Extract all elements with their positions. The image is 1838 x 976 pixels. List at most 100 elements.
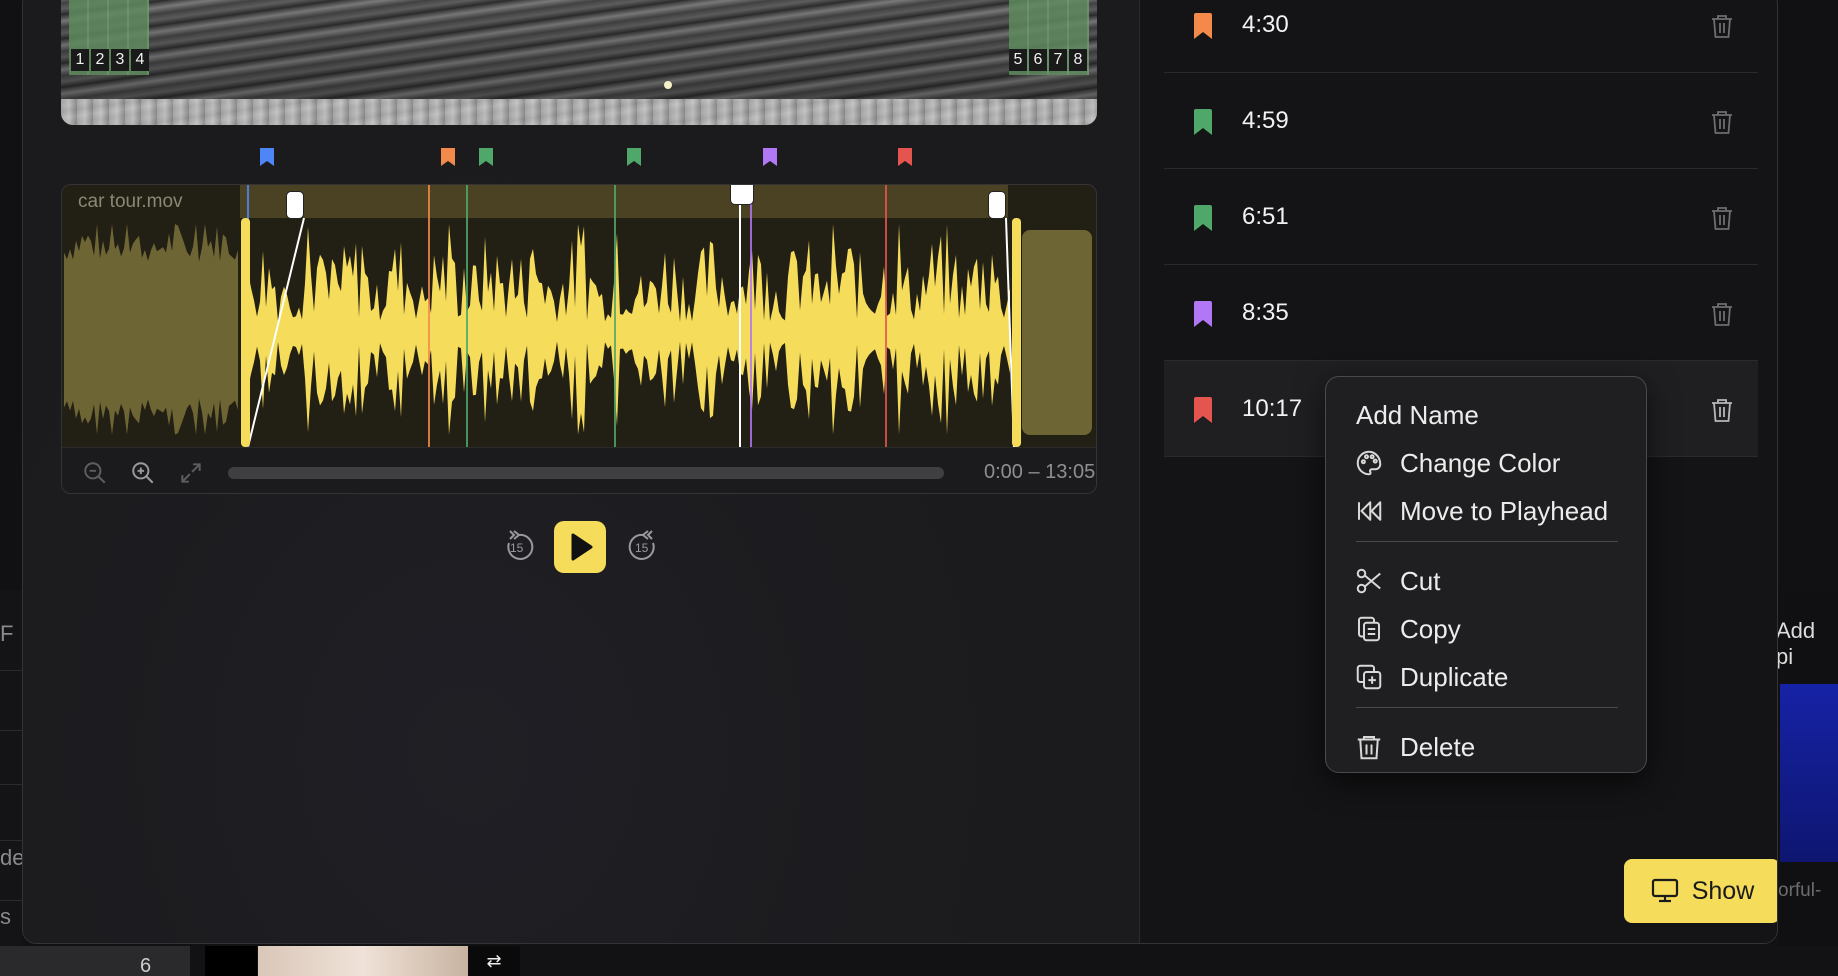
waveform-dimmed-end: [1022, 230, 1092, 435]
timeline-scrollbar[interactable]: [228, 467, 944, 479]
palette-icon: [1354, 448, 1386, 478]
video-playhead-dot: [664, 81, 672, 89]
marker-context-menu: Add Name Change Color Move to Playhead C…: [1325, 376, 1647, 773]
purple-marker-line[interactable]: [750, 185, 752, 447]
trash-icon[interactable]: [1710, 397, 1734, 423]
audio-waveform[interactable]: [62, 218, 1097, 447]
playhead-line[interactable]: [739, 185, 741, 447]
menu-separator: [1356, 707, 1618, 708]
marker-row[interactable]: 4:59: [1164, 73, 1758, 169]
play-icon: [571, 533, 593, 561]
zoom-in-icon[interactable]: [130, 460, 158, 484]
timeline-range: 0:00 – 13:05: [984, 461, 1096, 483]
trash-icon[interactable]: [1710, 205, 1734, 231]
bookmark-icon[interactable]: [1192, 396, 1214, 424]
show-button-label: Show: [1691, 876, 1755, 905]
menu-item-label: Duplicate: [1400, 661, 1509, 692]
menu-item-change-color[interactable]: Change Color: [1354, 443, 1624, 483]
zoom-out-icon[interactable]: [82, 460, 110, 484]
menu-item-delete[interactable]: Delete: [1354, 727, 1624, 767]
skip-back-label: 15: [510, 541, 524, 555]
red-marker-flag[interactable]: [897, 147, 913, 167]
background-bottom-thumbnail: [258, 946, 468, 976]
clip-name: car tour.mov: [78, 191, 183, 212]
audio-track[interactable]: car tour.mov: [62, 185, 1097, 447]
background-bottom-number: 6: [140, 955, 152, 976]
menu-item-cut[interactable]: Cut: [1354, 561, 1624, 601]
green-marker-line[interactable]: [614, 185, 616, 447]
marker-time[interactable]: 4:30: [1242, 11, 1289, 39]
clip-header-selected: [240, 185, 1008, 218]
fade-out-handle[interactable]: [988, 191, 1006, 219]
bookmark-icon[interactable]: [1192, 12, 1214, 40]
bookmark-icon[interactable]: [1192, 108, 1214, 136]
background-caption: orful-: [1778, 880, 1822, 901]
thumbnail-number[interactable]: 2: [91, 49, 109, 71]
thumbnail-number[interactable]: 8: [1069, 49, 1087, 71]
video-preview: 1 2 3 4 5 6 7 8: [61, 0, 1097, 125]
trim-start-handle[interactable]: [241, 218, 250, 447]
bookmark-icon[interactable]: [1192, 204, 1214, 232]
green-marker-flag[interactable]: [626, 147, 642, 167]
repeat-icon: ⇄: [468, 946, 520, 976]
menu-item-label: Change Color: [1400, 447, 1561, 478]
thumbnail-number[interactable]: 6: [1029, 49, 1047, 71]
menu-item-label: Cut: [1400, 565, 1441, 596]
background-bottom-cell: [0, 946, 190, 976]
background-left-label: de: [0, 845, 25, 870]
skip-forward-label: 15: [635, 541, 649, 555]
marker-row[interactable]: 8:35: [1164, 265, 1758, 361]
duplicate-icon: [1354, 662, 1386, 692]
marker-row[interactable]: 6:51: [1164, 169, 1758, 265]
show-button[interactable]: Show: [1624, 859, 1777, 923]
thumbnail-number[interactable]: 1: [71, 49, 89, 71]
thumbnail-number[interactable]: 4: [131, 49, 149, 71]
thumbnail-number[interactable]: 7: [1049, 49, 1067, 71]
trash-icon[interactable]: [1710, 301, 1734, 327]
play-button[interactable]: [554, 521, 606, 573]
orange-marker-flag[interactable]: [440, 147, 456, 167]
menu-separator: [1356, 541, 1618, 542]
trash-icon[interactable]: [1710, 13, 1734, 39]
audio-timeline[interactable]: car tour.mov 0:00 – 13:05: [61, 184, 1097, 494]
marker-time[interactable]: 6:51: [1242, 203, 1289, 231]
scissors-icon: [1354, 566, 1386, 596]
green-marker-flag[interactable]: [478, 147, 494, 167]
app-root: F de s Add pi orful- 6 ⇄ 1 2 3 4 5 6 7 8…: [0, 0, 1838, 976]
skip-back-button[interactable]: 15: [501, 529, 537, 565]
thumbnail-number[interactable]: 5: [1009, 49, 1027, 71]
purple-marker-flag[interactable]: [762, 147, 778, 167]
menu-item-label: Add Name: [1356, 399, 1479, 430]
trash-icon[interactable]: [1710, 109, 1734, 135]
marker-row[interactable]: 4:30: [1164, 0, 1758, 73]
menu-item-label: Delete: [1400, 731, 1476, 762]
thumbnail-numbers-right: 5 6 7 8: [1009, 49, 1087, 71]
menu-item-move-to-playhead[interactable]: Move to Playhead: [1354, 491, 1624, 531]
menu-item-duplicate[interactable]: Duplicate: [1354, 657, 1624, 697]
trim-end-handle[interactable]: [1012, 218, 1021, 447]
playhead-handle[interactable]: [730, 185, 754, 205]
marker-time[interactable]: 4:59: [1242, 107, 1289, 135]
waveform-dimmed-start: [64, 224, 238, 435]
green-marker-line[interactable]: [466, 185, 468, 447]
background-right-thumbnail: [1780, 684, 1838, 862]
orange-marker-line[interactable]: [428, 185, 430, 447]
thumbnail-number[interactable]: 3: [111, 49, 129, 71]
menu-item-copy[interactable]: Copy: [1354, 609, 1624, 649]
marker-time[interactable]: 10:17: [1242, 395, 1302, 423]
menu-item-add-name[interactable]: Add Name: [1356, 395, 1626, 435]
background-add-button: Add pi: [1776, 618, 1816, 669]
background-left-label: F: [0, 621, 14, 646]
fade-in-handle[interactable]: [286, 191, 304, 219]
background-bottom-black-thumb: [205, 946, 257, 976]
trash-icon: [1354, 732, 1386, 762]
red-marker-line[interactable]: [885, 185, 887, 447]
marker-time[interactable]: 8:35: [1242, 299, 1289, 327]
bookmark-icon[interactable]: [1192, 300, 1214, 328]
blue-marker-flag[interactable]: [259, 147, 275, 167]
editor-pane: 1 2 3 4 5 6 7 8 car tour.mov 0:00 – 13:0…: [23, 0, 1139, 943]
copy-icon: [1354, 614, 1386, 644]
expand-icon[interactable]: [178, 460, 206, 484]
monitor-icon: [1650, 878, 1680, 904]
skip-forward-button[interactable]: 15: [625, 529, 661, 565]
